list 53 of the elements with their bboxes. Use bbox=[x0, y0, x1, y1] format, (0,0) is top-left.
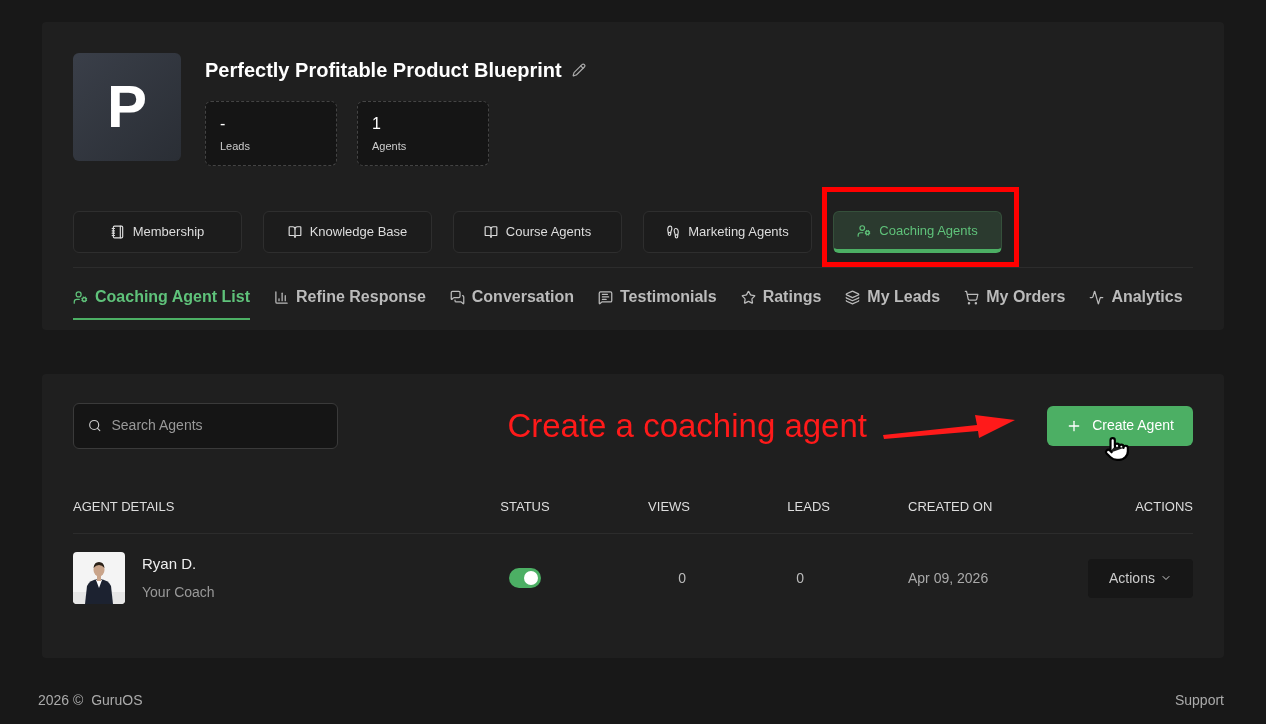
section-tab[interactable]: Course Agents bbox=[453, 211, 622, 253]
edit-icon[interactable] bbox=[571, 63, 586, 77]
nav-tab[interactable]: My Orders bbox=[964, 276, 1066, 320]
stat-label: Leads bbox=[220, 139, 251, 154]
support-link[interactable]: Support bbox=[1174, 690, 1224, 711]
views-cell-text: 0 bbox=[677, 568, 687, 588]
book-icon bbox=[287, 225, 302, 239]
layers-icon bbox=[845, 289, 861, 305]
nav-tab[interactable]: Analytics bbox=[1089, 276, 1183, 320]
cart-icon bbox=[964, 289, 980, 305]
stat-label: Agents bbox=[372, 139, 408, 154]
product-logo: P bbox=[73, 53, 181, 161]
user-gear-icon bbox=[857, 223, 872, 238]
column-header: VIEWS bbox=[647, 497, 690, 516]
activity-icon bbox=[1089, 289, 1105, 305]
search-icon bbox=[88, 418, 102, 434]
leads-cell-text: 0 bbox=[795, 568, 805, 588]
actions-button[interactable]: Actions bbox=[1088, 558, 1193, 598]
section-tab[interactable]: Marketing Agents bbox=[643, 211, 812, 253]
nav-tab[interactable]: Refine Response bbox=[273, 276, 426, 320]
notebook-icon bbox=[110, 225, 125, 239]
chart-icon bbox=[273, 289, 289, 305]
column-header: STATUS bbox=[499, 497, 551, 516]
created-cell-text: Apr 09, 2026 bbox=[907, 568, 990, 588]
section-tab[interactable]: Coaching Agents bbox=[833, 211, 1002, 253]
message-icon bbox=[598, 289, 614, 305]
section-tab[interactable]: Membership bbox=[73, 211, 242, 253]
agent-role: Your Coach bbox=[142, 582, 215, 602]
nav-tab[interactable]: Conversation bbox=[449, 276, 575, 320]
user-gear-icon bbox=[73, 289, 88, 305]
status-toggle[interactable] bbox=[509, 568, 541, 588]
search-input[interactable]: Search Agents bbox=[111, 415, 323, 437]
copyright-text: 2026 © GuruOS bbox=[38, 691, 143, 710]
cursor-icon bbox=[1104, 436, 1130, 462]
column-header: AGENT DETAILS bbox=[73, 497, 176, 516]
agent-name: Ryan D. bbox=[142, 554, 198, 575]
nav-tab[interactable]: Coaching Agent List bbox=[73, 276, 250, 320]
nav-tab[interactable]: Testimonials bbox=[598, 276, 717, 320]
column-header: ACTIONS bbox=[1134, 497, 1193, 516]
star-icon bbox=[740, 289, 756, 305]
chat-icon bbox=[449, 289, 465, 305]
search-field[interactable]: Search Agents bbox=[73, 402, 338, 449]
nav-tab[interactable]: My Leads bbox=[845, 276, 941, 320]
annotation-text: Create a coaching agent bbox=[507, 406, 867, 446]
stat-value: - bbox=[220, 114, 227, 134]
footprints-icon bbox=[666, 225, 681, 239]
column-header: CREATED ON bbox=[907, 497, 994, 516]
section-tab[interactable]: Knowledge Base bbox=[263, 211, 432, 253]
column-header: LEADS bbox=[786, 497, 830, 516]
nav-tab[interactable]: Ratings bbox=[740, 276, 822, 320]
book-icon bbox=[483, 225, 498, 239]
product-title: Perfectly Profitable Product Blueprint bbox=[205, 58, 562, 83]
stat-value: 1 bbox=[372, 114, 382, 134]
